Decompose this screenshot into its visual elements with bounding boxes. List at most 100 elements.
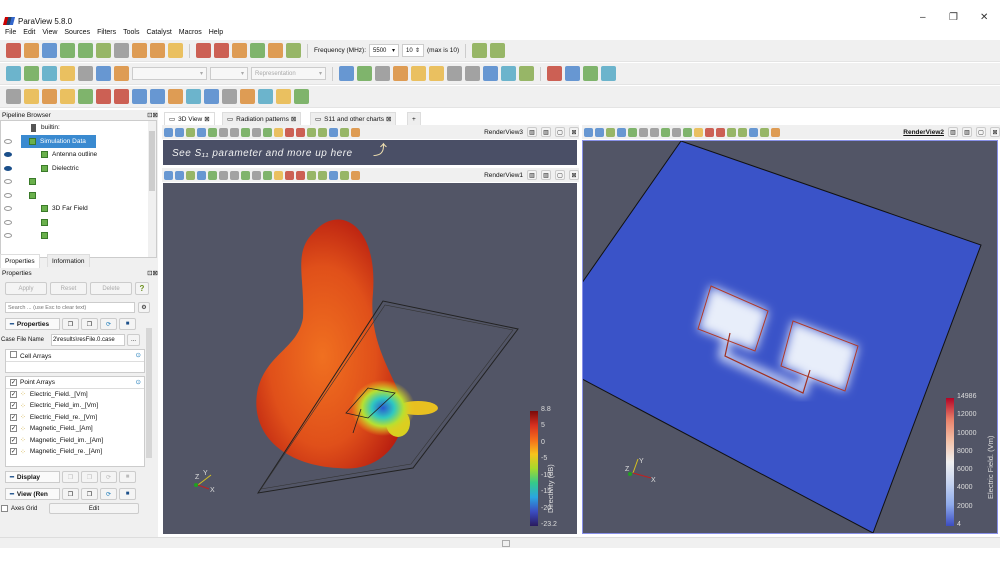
plot-data-icon[interactable]	[258, 89, 273, 104]
pipeline-item[interactable]: Antenna outline	[1, 148, 156, 162]
toggle-labels-icon[interactable]	[329, 170, 338, 180]
delete-button[interactable]: Delete	[90, 282, 132, 295]
tab-s11-charts[interactable]: ▭ S11 and other charts ⊠	[310, 112, 397, 125]
menu-help[interactable]: Help	[209, 29, 223, 40]
edit-colormap-icon[interactable]	[42, 66, 57, 81]
browse-button[interactable]: ...	[127, 334, 140, 346]
toggle-labels-icon[interactable]	[329, 127, 338, 137]
rotate-plus-90-icon[interactable]	[501, 66, 516, 81]
query-icon[interactable]	[771, 127, 780, 137]
save-state-icon[interactable]	[60, 43, 75, 58]
select-frustum-icon[interactable]	[241, 127, 250, 137]
split-vertical-icon[interactable]: ▥	[541, 127, 551, 137]
rescale-custom-icon[interactable]	[78, 66, 93, 81]
open-folder-icon[interactable]	[6, 43, 21, 58]
toggle-labels-icon[interactable]	[749, 127, 758, 137]
eye-icon[interactable]	[4, 179, 12, 185]
point-array-item[interactable]: ✓ ⁘ Electric_Field_im._[Vm]	[6, 400, 144, 412]
zoom-data-icon[interactable]	[208, 170, 217, 180]
menu-view[interactable]: View	[42, 29, 57, 40]
menu-tools[interactable]: Tools	[123, 29, 139, 40]
clear-selection-icon[interactable]	[716, 127, 725, 137]
refresh-icon[interactable]: ⟳	[100, 471, 117, 483]
eye-icon[interactable]	[4, 165, 12, 171]
capture-icon[interactable]	[606, 127, 615, 137]
grow-selection-icon[interactable]	[274, 170, 283, 180]
connect-icon[interactable]	[132, 43, 147, 58]
interactive-select-icon[interactable]	[672, 127, 681, 137]
menu-filters[interactable]: Filters	[97, 29, 116, 40]
server-icon[interactable]	[150, 43, 165, 58]
extract-level-icon[interactable]	[186, 89, 201, 104]
reset-camera-icon[interactable]	[164, 170, 173, 180]
threshold-icon[interactable]	[78, 89, 93, 104]
link-camera-icon[interactable]	[595, 127, 604, 137]
rescale-range-icon[interactable]	[60, 66, 75, 81]
point-array-item[interactable]: ✓ ⁘ Magnetic_Field_im._[Am]	[6, 435, 144, 447]
find-data-icon[interactable]	[340, 170, 349, 180]
show-center-icon[interactable]	[583, 66, 598, 81]
shrink-selection-icon[interactable]	[705, 127, 714, 137]
clear-selection-icon[interactable]	[296, 127, 305, 137]
select-frustum-icon[interactable]	[661, 127, 670, 137]
renderview1[interactable]: Z Y X Directivity (dB) 8.8 5 0 -5 -10 -15 -20-…	[163, 183, 577, 534]
point-array-item[interactable]: ✓ ⁘ Magnetic_Field_re._[Am]	[6, 446, 144, 458]
color-legend-icon[interactable]	[24, 66, 39, 81]
renderview3[interactable]: See S₁₁ parameter and more up here ⤴	[163, 140, 577, 165]
select-block-icon[interactable]	[263, 127, 272, 137]
expand-icon[interactable]: ⊙	[136, 378, 141, 386]
close-icon[interactable]: ⊠	[569, 170, 579, 180]
expand-icon[interactable]: ⊙	[136, 351, 141, 359]
zoom-box-icon[interactable]	[375, 66, 390, 81]
close-button[interactable]: ✕	[980, 12, 988, 23]
contour-icon[interactable]	[24, 89, 39, 104]
load-state-icon[interactable]	[42, 43, 57, 58]
reset-camera-icon[interactable]	[164, 127, 173, 137]
menu-file[interactable]: File	[5, 29, 16, 40]
select-points-icon[interactable]	[219, 127, 228, 137]
copy-icon[interactable]: ❐	[62, 471, 79, 483]
hover-cells-icon[interactable]	[318, 170, 327, 180]
array-checkbox[interactable]: ✓	[10, 448, 17, 456]
select-cells-icon[interactable]	[650, 127, 659, 137]
save-icon[interactable]: ■	[119, 488, 136, 500]
select-cells-icon[interactable]	[230, 170, 239, 180]
array-checkbox[interactable]: ✓	[10, 390, 17, 398]
gear-icon[interactable]: ⚙	[138, 302, 150, 313]
menu-sources[interactable]: Sources	[64, 29, 90, 40]
rotate-minus-90-icon[interactable]	[519, 66, 534, 81]
undo-icon[interactable]	[96, 43, 111, 58]
edit-button[interactable]: Edit	[49, 503, 139, 514]
hover-points-icon[interactable]	[307, 170, 316, 180]
capture-icon[interactable]	[186, 127, 195, 137]
properties-scrollbar[interactable]	[146, 320, 152, 530]
array-checkbox[interactable]: ✓	[10, 402, 17, 410]
calculator-icon[interactable]	[6, 89, 21, 104]
array-checkbox[interactable]: ✓	[10, 425, 17, 433]
close-icon[interactable]: ⊠	[990, 127, 1000, 137]
link-camera-icon[interactable]	[175, 127, 184, 137]
split-horizontal-icon[interactable]: ▥	[527, 127, 537, 137]
recent-folder-icon[interactable]	[24, 43, 39, 58]
renderview-name-label[interactable]: RenderView3	[484, 129, 523, 136]
hover-cells-icon[interactable]	[318, 127, 327, 137]
pipeline-item[interactable]: Simulation Data	[4, 134, 96, 148]
eye-icon[interactable]	[4, 152, 12, 158]
pipeline-item[interactable]: 3D Far Field	[1, 202, 156, 216]
splitter-handle[interactable]	[502, 540, 510, 547]
plot-over-line-icon[interactable]	[222, 89, 237, 104]
select-block-icon[interactable]	[263, 170, 272, 180]
edit-data-icon[interactable]	[240, 89, 255, 104]
case-file-input[interactable]: 2\results\resFile.0.case	[51, 334, 125, 346]
eye-icon[interactable]	[4, 192, 12, 198]
paste-icon[interactable]: ❐	[81, 471, 98, 483]
array-checkbox[interactable]: ✓	[10, 436, 17, 444]
redo-icon[interactable]	[114, 43, 129, 58]
snowflake-icon[interactable]	[276, 89, 291, 104]
tab-information[interactable]: Information	[47, 254, 90, 267]
point-array-item[interactable]: ✓ ⁘ Magnetic_Field._[Am]	[6, 423, 144, 435]
group-icon[interactable]	[168, 89, 183, 104]
refresh-icon[interactable]: ⟳	[100, 488, 117, 500]
search-input[interactable]	[5, 302, 135, 313]
zoom-data-icon[interactable]	[472, 43, 488, 58]
